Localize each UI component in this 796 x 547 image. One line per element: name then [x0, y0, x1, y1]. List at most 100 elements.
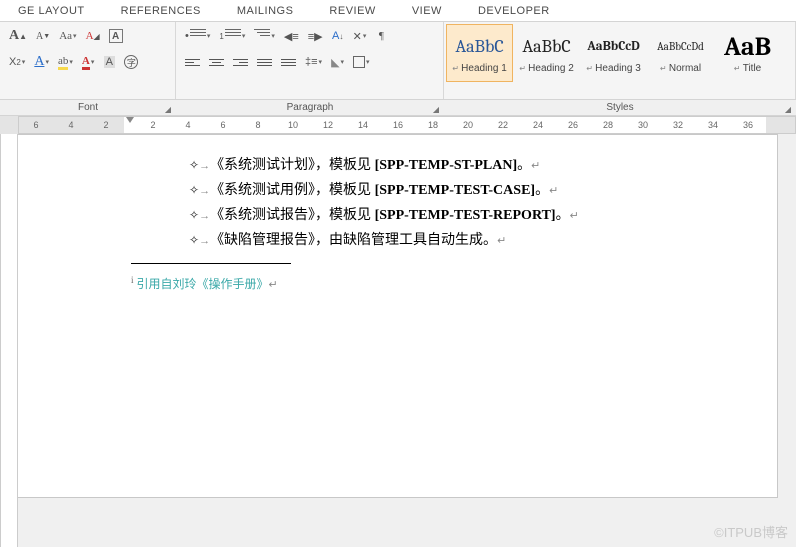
line-spacing-button[interactable]: ‡≡▾	[302, 51, 325, 73]
style-label: Heading 1	[452, 63, 507, 74]
font-dialog-launcher[interactable]: ◢	[162, 103, 174, 115]
line-text: 《系统测试报告》，模板见	[210, 208, 375, 223]
change-case-button[interactable]: Aa▾	[56, 25, 79, 47]
paragraph-mark-icon: ↵	[269, 279, 278, 291]
style-preview: AaB	[724, 33, 771, 61]
subscript-button[interactable]: X2▾	[6, 51, 28, 73]
footnote-marker: i	[131, 275, 134, 285]
enclose-char-button[interactable]: 字	[121, 51, 141, 73]
borders-button[interactable]: ▾	[350, 51, 373, 73]
bullet-diamond-icon: ✧	[189, 183, 199, 197]
document-background: ✧→《系统测试计划》，模板见 [SPP-TEMP-ST-PLAN]。↵✧→《系统…	[18, 134, 796, 547]
paragraph-mark-icon: ↵	[570, 210, 579, 222]
style-preview: AaBbCcD	[587, 33, 640, 61]
ruler-tick: 4	[171, 117, 206, 133]
ruler-tick: 30	[626, 117, 661, 133]
align-right-button[interactable]	[230, 51, 251, 73]
ruler-tick: 36	[731, 117, 766, 133]
decrease-indent-button[interactable]: ◀≡	[281, 25, 302, 47]
char-border-button[interactable]: A	[106, 25, 126, 47]
ruler-tick: 8	[241, 117, 276, 133]
tab-developer[interactable]: DEVELOPER	[460, 1, 568, 21]
line-end: 。	[556, 208, 570, 223]
char-shading-button[interactable]: A	[100, 51, 118, 73]
style-preview: AaBbC	[455, 33, 503, 61]
ribbon-group-labels: Font ◢ Paragraph ◢ Styles ◢	[0, 100, 796, 116]
multilevel-list-button[interactable]: ▾	[251, 25, 278, 47]
tab-arrow-icon: →	[199, 210, 210, 222]
line-end: 。	[517, 158, 531, 173]
bullets-button[interactable]: ▾	[182, 25, 213, 47]
ribbon-group-font: A▲ A▼ Aa▾ A◢ A X2▾ A▾ ab▾ A▾ A 字	[0, 22, 176, 99]
document-line[interactable]: ✧→《系统测试报告》，模板见 [SPP-TEMP-TEST-REPORT]。↵	[189, 203, 777, 228]
paragraph-dialog-launcher[interactable]: ◢	[430, 103, 442, 115]
ruler-origin	[124, 117, 136, 133]
ruler-tick: 34	[696, 117, 731, 133]
document-page[interactable]: ✧→《系统测试计划》，模板见 [SPP-TEMP-ST-PLAN]。↵✧→《系统…	[18, 134, 778, 498]
align-center-button[interactable]	[206, 51, 227, 73]
shading-button[interactable]: ◣▾	[328, 51, 347, 73]
tab-review[interactable]: REVIEW	[311, 1, 393, 21]
horizontal-ruler[interactable]: 6422468101214161820222426283032343640424…	[18, 116, 796, 134]
ruler-tick: 6	[19, 117, 54, 133]
ruler-tick: 4	[54, 117, 89, 133]
style-label: Heading 3	[586, 63, 641, 74]
tab-arrow-icon: →	[199, 235, 210, 247]
ruler-tick: 20	[451, 117, 486, 133]
ruler-tick: 2	[136, 117, 171, 133]
document-line[interactable]: ✧→《缺陷管理报告》，由缺陷管理工具自动生成。↵	[189, 228, 777, 253]
style-heading-1[interactable]: AaBbC Heading 1	[446, 24, 513, 82]
tab-page-layout[interactable]: GE LAYOUT	[0, 1, 103, 21]
style-normal[interactable]: AaBbCcDd Normal	[647, 24, 714, 82]
group-label-styles: Styles ◢	[444, 102, 796, 113]
style-label: Normal	[660, 63, 701, 74]
line-text: 《缺陷管理报告》，由缺陷管理工具自动生成。	[210, 233, 497, 248]
ribbon-group-paragraph: ▾ ▾ ▾ ◀≡ ≡▶ A↓ ✕▾ ¶ ‡≡▾ ◣▾ ▾	[176, 22, 444, 99]
bullet-diamond-icon: ✧	[189, 208, 199, 222]
show-marks-button[interactable]: ¶	[372, 25, 390, 47]
ruler-tick: 22	[486, 117, 521, 133]
ruler-tick: 6	[206, 117, 241, 133]
style-label: Heading 2	[519, 63, 574, 74]
tab-mailings[interactable]: MAILINGS	[219, 1, 312, 21]
ruler-tick	[766, 117, 796, 133]
clear-formatting-button[interactable]: A◢	[83, 25, 103, 47]
grow-font-button[interactable]: A▲	[6, 25, 30, 47]
tab-arrow-icon: →	[199, 160, 210, 172]
numbering-button[interactable]: ▾	[216, 25, 248, 47]
align-left-button[interactable]	[182, 51, 203, 73]
font-color2-button[interactable]: A▾	[79, 51, 97, 73]
style-heading-3[interactable]: AaBbCcD Heading 3	[580, 24, 647, 82]
styles-dialog-launcher[interactable]: ◢	[782, 103, 794, 115]
document-line[interactable]: ✧→《系统测试用例》，模板见 [SPP-TEMP-TEST-CASE]。↵	[189, 178, 777, 203]
highlight-button[interactable]: ab▾	[55, 51, 76, 73]
document-line[interactable]: ✧→《系统测试计划》，模板见 [SPP-TEMP-ST-PLAN]。↵	[189, 153, 777, 178]
paragraph-mark-icon: ↵	[497, 235, 506, 247]
paragraph-mark-icon: ↵	[549, 185, 558, 197]
style-title[interactable]: AaB Title	[714, 24, 781, 82]
ribbon-group-styles: AaBbC Heading 1 AaBbC Heading 2 AaBbCcD …	[444, 22, 796, 99]
style-label: Title	[734, 63, 761, 74]
footnote-text[interactable]: i引用自刘玲《操作手册》↵	[131, 268, 777, 297]
vertical-ruler[interactable]	[0, 134, 18, 547]
shrink-font-button[interactable]: A▼	[33, 25, 53, 47]
ruler-tick: 32	[661, 117, 696, 133]
style-preview: AaBbC	[522, 33, 570, 61]
ruler-area: 6422468101214161820222426283032343640424…	[0, 116, 796, 134]
ribbon-tab-strip: GE LAYOUT REFERENCES MAILINGS REVIEW VIE…	[0, 0, 796, 22]
ruler-tick: 2	[89, 117, 124, 133]
align-distributed-button[interactable]	[278, 51, 299, 73]
font-color-button[interactable]: A▾	[31, 51, 52, 73]
style-heading-2[interactable]: AaBbC Heading 2	[513, 24, 580, 82]
ruler-tick: 24	[521, 117, 556, 133]
tab-references[interactable]: REFERENCES	[103, 1, 219, 21]
asian-layout-button[interactable]: ✕▾	[350, 25, 370, 47]
reference-code: [SPP-TEMP-ST-PLAN]	[375, 158, 518, 173]
style-preview: AaBbCcDd	[657, 33, 704, 61]
tab-view[interactable]: VIEW	[394, 1, 460, 21]
sort-button[interactable]: A↓	[329, 25, 347, 47]
increase-indent-button[interactable]: ≡▶	[305, 25, 326, 47]
align-justify-button[interactable]	[254, 51, 275, 73]
footnote-separator	[131, 263, 291, 264]
tab-arrow-icon: →	[199, 185, 210, 197]
